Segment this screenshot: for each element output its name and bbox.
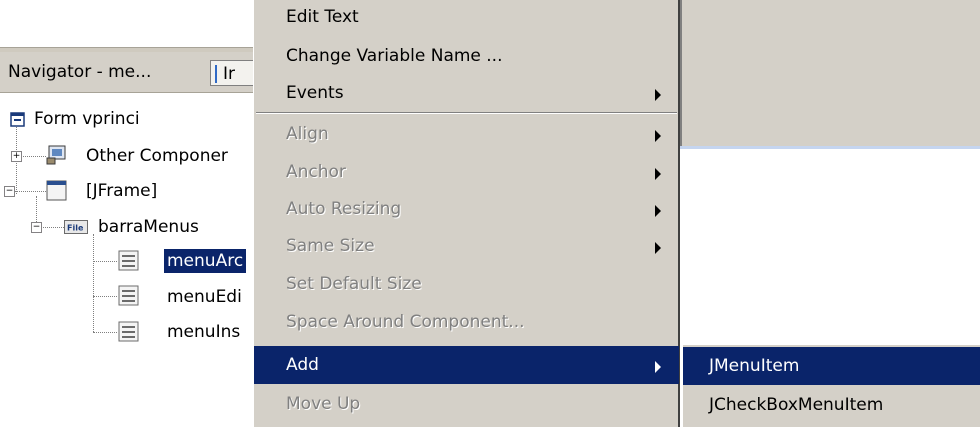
tab-inspector-label: Ir [223, 64, 236, 84]
add-submenu: JMenuItem JCheckBoxMenuItem [682, 344, 980, 427]
form-icon [10, 112, 26, 133]
navigator-tabbar: Navigator - me... Ir [0, 52, 262, 93]
designer-toolbar-area [680, 0, 980, 148]
menu-item-icon [118, 285, 140, 312]
menu-item-change-variable-name[interactable]: Change Variable Name ... [254, 37, 679, 75]
tree-item-other-components[interactable]: Other Componer [86, 139, 228, 173]
tree-line [93, 296, 117, 297]
tab-marker-icon [215, 65, 217, 83]
tree-line [93, 332, 117, 333]
menu-item-label: Same Size [286, 236, 375, 256]
submenu-item-label: JMenuItem [709, 356, 800, 376]
menu-item-label: Auto Resizing [286, 199, 402, 219]
menu-item-events[interactable]: Events [254, 74, 679, 112]
tree-item-menubar[interactable]: barraMenus [98, 210, 199, 244]
tree-line [93, 234, 94, 332]
tree-item-menu-1[interactable]: menuArc [164, 244, 247, 278]
tree-item-label: barraMenus [98, 217, 199, 237]
tree-item-form[interactable]: Form vprinci [34, 102, 140, 136]
tree-item-jframe[interactable]: [JFrame] [86, 174, 157, 208]
collapse-icon[interactable]: − [31, 222, 42, 233]
tree-item-menu-3[interactable]: menuIns [167, 315, 240, 349]
menu-item-space-around-component[interactable]: Space Around Component... [254, 303, 679, 341]
submenu-arrow-icon [655, 130, 661, 142]
menu-item-auto-resizing[interactable]: Auto Resizing [254, 190, 679, 228]
submenu-arrow-icon [655, 168, 661, 180]
navigator-panel: Navigator - me... Ir Form vprinci + Othe… [0, 0, 262, 427]
submenu-item-jcheckboxmenuitem[interactable]: JCheckBoxMenuItem [683, 386, 980, 424]
menu-item-label: Set Default Size [286, 274, 422, 294]
menubar-icon-text: File [67, 224, 84, 233]
tree-item-label: menuArc [164, 249, 247, 273]
submenu-arrow-icon [655, 89, 661, 101]
submenu-item-jmenuitem[interactable]: JMenuItem [683, 347, 980, 385]
menu-item-label: Align [286, 124, 329, 144]
menu-item-label: Anchor [286, 162, 346, 182]
tree-item-label: menuIns [167, 322, 241, 342]
menu-item-label: Space Around Component... [286, 312, 525, 332]
frame-icon [46, 180, 68, 207]
tree-line [12, 191, 46, 192]
tree-item-label: Form vprinci [34, 109, 140, 129]
submenu-arrow-icon [655, 205, 661, 217]
menu-item-set-default-size[interactable]: Set Default Size [254, 265, 679, 303]
submenu-arrow-icon [655, 242, 661, 254]
context-menu: Edit Text Change Variable Name ... Event… [253, 0, 680, 427]
menu-item-move-up[interactable]: Move Up [254, 385, 679, 423]
tree-item-label: menuEdi [167, 287, 242, 307]
menu-item-icon [118, 250, 140, 277]
menu-item-label: Add [286, 355, 319, 375]
components-icon [46, 144, 70, 171]
submenu-item-label: JCheckBoxMenuItem [709, 395, 884, 415]
menu-item-label: Events [286, 83, 344, 103]
menu-item-label: Edit Text [286, 7, 359, 27]
expand-icon[interactable]: + [11, 151, 22, 162]
submenu-arrow-icon [655, 361, 661, 373]
menu-separator [256, 112, 677, 114]
menu-item-icon [118, 321, 140, 348]
collapse-icon[interactable]: − [4, 186, 15, 197]
tree-line [93, 261, 117, 262]
menu-item-same-size[interactable]: Same Size [254, 227, 679, 265]
tree-item-menu-2[interactable]: menuEdi [167, 280, 242, 314]
menu-item-anchor[interactable]: Anchor [254, 153, 679, 191]
menu-item-label: Change Variable Name ... [286, 46, 503, 66]
menubar-icon: File [64, 219, 88, 239]
designer-canvas [682, 149, 980, 349]
menu-item-add[interactable]: Add [254, 346, 679, 384]
tab-navigator[interactable]: Navigator - me... [0, 56, 208, 89]
menu-item-align[interactable]: Align [254, 115, 679, 153]
tree-item-label: Other Componer [86, 146, 228, 166]
tree-item-label: [JFrame] [86, 181, 158, 201]
menu-item-edit-text[interactable]: Edit Text [254, 0, 679, 36]
menu-item-label: Move Up [286, 394, 361, 414]
